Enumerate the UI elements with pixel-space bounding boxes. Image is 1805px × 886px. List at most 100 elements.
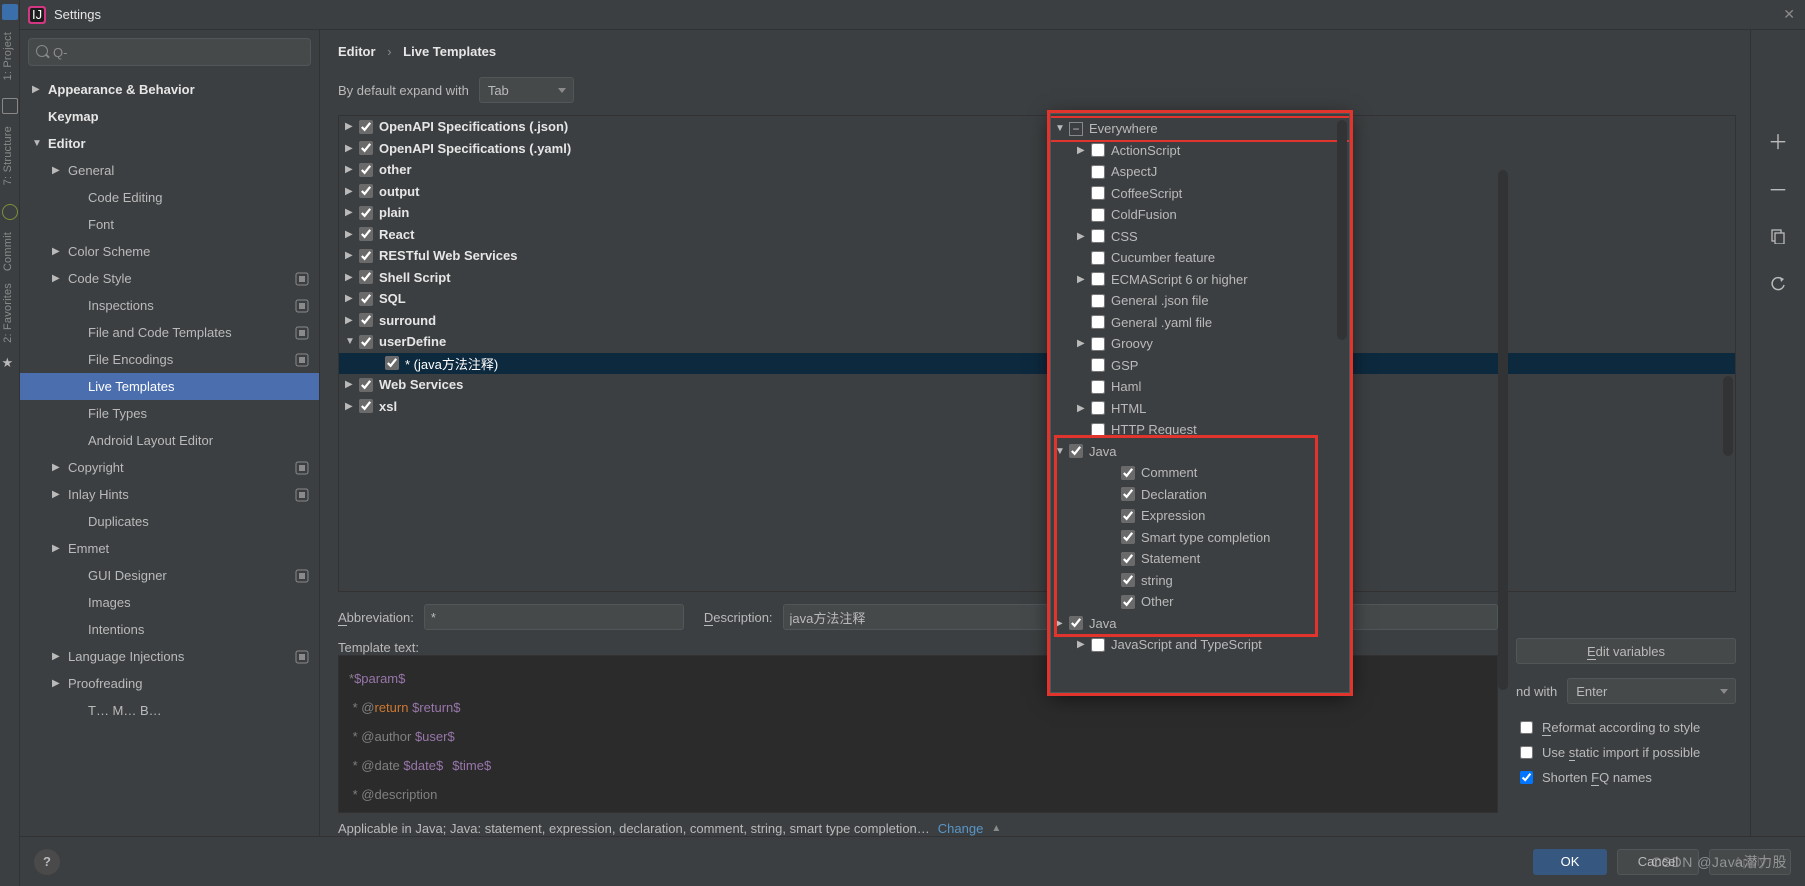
scope-css[interactable]: ▶CSS — [1051, 226, 1349, 248]
favorites-icon[interactable]: ★ — [2, 355, 18, 371]
scope-java[interactable]: ▶Java — [1051, 613, 1349, 635]
template-group-restful-web-services[interactable]: ▶RESTful Web Services — [339, 245, 1735, 267]
sidebar-item-proofreading[interactable]: ▶Proofreading — [20, 670, 319, 697]
scope-aspectj[interactable]: AspectJ — [1051, 161, 1349, 183]
template-group-xsl[interactable]: ▶xsl — [339, 396, 1735, 418]
context-popup[interactable]: ▼ − Everywhere ▶ActionScriptAspectJCoffe… — [1050, 113, 1350, 693]
settings-tree[interactable]: ▶Appearance & BehaviorKeymap▼Editor▶Gene… — [20, 70, 319, 836]
scope-string[interactable]: string — [1051, 570, 1349, 592]
scope-javascript-and-typescript[interactable]: ▶JavaScript and TypeScript — [1051, 634, 1349, 656]
sidebar-item-gui-designer[interactable]: GUI Designer — [20, 562, 319, 589]
abbrev-input[interactable] — [424, 604, 684, 630]
sidebar-item-general[interactable]: ▶General — [20, 157, 319, 184]
ok-button[interactable]: OK — [1533, 849, 1607, 875]
remove-icon[interactable]: － — [1768, 178, 1788, 198]
scope-comment[interactable]: Comment — [1051, 462, 1349, 484]
sidebar-item-duplicates[interactable]: Duplicates — [20, 508, 319, 535]
template-details: AAbbreviation:bbreviation: Description: … — [338, 604, 1736, 836]
sidebar-item-language-injections[interactable]: ▶Language Injections — [20, 643, 319, 670]
scope-cucumber-feature[interactable]: Cucumber feature — [1051, 247, 1349, 269]
sidebar-item-file-and-code-templates[interactable]: File and Code Templates — [20, 319, 319, 346]
template-item[interactable]: * (java方法注释) — [339, 353, 1735, 375]
template-group-openapi-specifications-yaml-[interactable]: ▶OpenAPI Specifications (.yaml) — [339, 138, 1735, 160]
main-scrollbar[interactable] — [1498, 170, 1508, 690]
crumb-root[interactable]: Editor — [338, 44, 376, 59]
sidebar-item-images[interactable]: Images — [20, 589, 319, 616]
svg-text:IJ: IJ — [32, 7, 42, 22]
scope-other[interactable]: Other — [1051, 591, 1349, 613]
sidebar-item-copyright[interactable]: ▶Copyright — [20, 454, 319, 481]
reformat-checkbox[interactable]: Reformat according to style — [1516, 718, 1736, 737]
scope-groovy[interactable]: ▶Groovy — [1051, 333, 1349, 355]
scope-haml[interactable]: Haml — [1051, 376, 1349, 398]
scope-ecmascript-6-or-higher[interactable]: ▶ECMAScript 6 or higher — [1051, 269, 1349, 291]
template-group-other[interactable]: ▶other — [339, 159, 1735, 181]
project-badge-icon — [293, 648, 311, 666]
scope-general-json-file[interactable]: General .json file — [1051, 290, 1349, 312]
template-group-openapi-specifications-json-[interactable]: ▶OpenAPI Specifications (.json) — [339, 116, 1735, 138]
add-icon[interactable]: ＋ — [1768, 130, 1788, 150]
scope-general-yaml-file[interactable]: General .yaml file — [1051, 312, 1349, 334]
template-group-react[interactable]: ▶React — [339, 224, 1735, 246]
change-context-link[interactable]: Change — [938, 821, 984, 836]
scope-actionscript[interactable]: ▶ActionScript — [1051, 140, 1349, 162]
static-import-checkbox[interactable]: Use static import if possible — [1516, 743, 1736, 762]
sidebar-item-font[interactable]: Font — [20, 211, 319, 238]
template-group-shell-script[interactable]: ▶Shell Script — [339, 267, 1735, 289]
template-group-web-services[interactable]: ▶Web Services — [339, 374, 1735, 396]
scope-coldfusion[interactable]: ColdFusion — [1051, 204, 1349, 226]
template-group-plain[interactable]: ▶plain — [339, 202, 1735, 224]
scope-everywhere[interactable]: ▼ − Everywhere — [1051, 118, 1349, 140]
sidebar-item-live-templates[interactable]: Live Templates — [20, 373, 319, 400]
template-group-output[interactable]: ▶output — [339, 181, 1735, 203]
vtab-favorites[interactable]: 2: Favorites — [0, 277, 16, 349]
project-icon[interactable] — [2, 4, 18, 20]
expand-default-select[interactable]: Tab — [479, 77, 574, 103]
sidebar-item-color-scheme[interactable]: ▶Color Scheme — [20, 238, 319, 265]
search-input[interactable] — [28, 38, 311, 66]
scope-coffeescript[interactable]: CoffeeScript — [1051, 183, 1349, 205]
sidebar-item-inlay-hints[interactable]: ▶Inlay Hints — [20, 481, 319, 508]
expand-with-select[interactable]: Enter — [1567, 678, 1736, 704]
scope-statement[interactable]: Statement — [1051, 548, 1349, 570]
structure-icon[interactable] — [2, 98, 18, 114]
close-icon[interactable]: ✕ — [1783, 6, 1795, 23]
project-badge-icon — [293, 486, 311, 504]
vtab-project[interactable]: 1: Project — [0, 26, 16, 86]
scope-declaration[interactable]: Declaration — [1051, 484, 1349, 506]
sidebar-item-code-style[interactable]: ▶Code Style — [20, 265, 319, 292]
commit-icon[interactable] — [2, 204, 18, 220]
scope-http-request[interactable]: HTTP Request — [1051, 419, 1349, 441]
sidebar-item-file-encodings[interactable]: File Encodings — [20, 346, 319, 373]
sidebar-item-t-m-b-[interactable]: T… M… B… — [20, 697, 319, 724]
template-group-sql[interactable]: ▶SQL — [339, 288, 1735, 310]
sidebar-item-editor[interactable]: ▼Editor — [20, 130, 319, 157]
sidebar-item-inspections[interactable]: Inspections — [20, 292, 319, 319]
sidebar-item-emmet[interactable]: ▶Emmet — [20, 535, 319, 562]
revert-icon[interactable] — [1768, 274, 1788, 294]
scope-java[interactable]: ▼Java — [1051, 441, 1349, 463]
sidebar-item-file-types[interactable]: File Types — [20, 400, 319, 427]
sidebar-item-appearance-behavior[interactable]: ▶Appearance & Behavior — [20, 76, 319, 103]
template-group-userdefine[interactable]: ▼userDefine — [339, 331, 1735, 353]
vtab-commit[interactable]: Commit — [0, 226, 16, 277]
scrollbar-thumb[interactable] — [1723, 376, 1733, 456]
help-button[interactable]: ? — [34, 849, 60, 875]
chevron-up-icon[interactable]: ▲ — [991, 823, 1001, 834]
scope-expression[interactable]: Expression — [1051, 505, 1349, 527]
live-templates-list[interactable]: ▶OpenAPI Specifications (.json)▶OpenAPI … — [338, 115, 1736, 592]
sidebar-item-code-editing[interactable]: Code Editing — [20, 184, 319, 211]
scope-smart-type-completion[interactable]: Smart type completion — [1051, 527, 1349, 549]
shorten-fq-checkbox[interactable]: Shorten FQ names — [1516, 768, 1736, 787]
sidebar-item-android-layout-editor[interactable]: Android Layout Editor — [20, 427, 319, 454]
project-badge-icon — [293, 270, 311, 288]
sidebar-item-keymap[interactable]: Keymap — [20, 103, 319, 130]
scope-gsp[interactable]: GSP — [1051, 355, 1349, 377]
template-group-surround[interactable]: ▶surround — [339, 310, 1735, 332]
edit-variables-button[interactable]: EEdit variablesdit variables — [1516, 638, 1736, 664]
popup-scrollbar[interactable] — [1337, 120, 1347, 340]
vtab-structure[interactable]: 7: Structure — [0, 120, 16, 191]
copy-icon[interactable] — [1768, 226, 1788, 246]
scope-html[interactable]: ▶HTML — [1051, 398, 1349, 420]
sidebar-item-intentions[interactable]: Intentions — [20, 616, 319, 643]
